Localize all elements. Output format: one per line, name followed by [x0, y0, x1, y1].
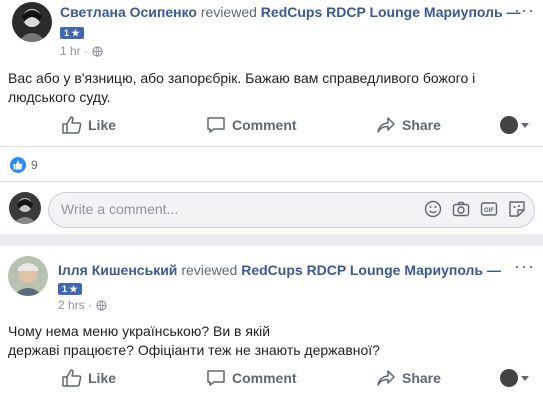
post-meta: 1 hr · [60, 44, 103, 58]
globe-icon [96, 299, 107, 311]
review-text-line: державі працюєте? Офіціанти теж не знают… [8, 342, 380, 358]
camera-icon[interactable] [452, 200, 470, 218]
chevron-down-icon [521, 122, 529, 128]
review-text-line: Вас або у в'язницю, або запорєбрік. Бажа… [8, 70, 476, 86]
emoji-icon[interactable] [424, 200, 442, 218]
gif-icon[interactable]: GIF [480, 200, 498, 218]
review-verb: reviewed [181, 262, 238, 278]
comment-label: Comment [232, 117, 297, 133]
my-avatar [9, 192, 41, 224]
post-header: Светлана Осипенко reviewed RedCups RDCP … [60, 4, 521, 20]
comment-tools: GIF [424, 200, 526, 218]
author-avatar[interactable] [12, 2, 52, 42]
post-separator [0, 234, 543, 246]
review-post-1: Светлана Осипенко reviewed RedCups RDCP … [0, 0, 543, 232]
action-bar: Like Comment Share [0, 363, 543, 395]
avatar [500, 116, 518, 134]
author-name[interactable]: Ілля Кишенський [58, 262, 177, 278]
comment-icon [207, 117, 225, 133]
likes-count: 9 [31, 158, 38, 172]
svg-text:GIF: GIF [484, 208, 494, 214]
share-button[interactable]: Share [376, 116, 441, 134]
like-label: Like [88, 117, 117, 133]
post-time[interactable]: 1 hr · [60, 44, 88, 58]
like-reaction-icon [10, 157, 26, 173]
like-icon [62, 369, 82, 387]
like-label: Like [88, 370, 117, 386]
more-options-icon[interactable]: ··· [514, 256, 535, 277]
divider [0, 146, 543, 147]
share-label: Share [402, 370, 441, 386]
post-meta: 2 hrs · [58, 298, 107, 312]
review-text: Вас або у в'язницю, або запорєбрік. Бажа… [8, 69, 475, 107]
post-time[interactable]: 2 hrs · [58, 298, 92, 312]
post-as-selector[interactable] [500, 369, 529, 387]
chevron-down-icon [521, 375, 529, 381]
rating-badge: 1 ★ [58, 283, 82, 295]
sticker-icon[interactable] [508, 200, 526, 218]
share-icon [377, 370, 395, 386]
reaction-summary[interactable]: 9 [10, 157, 38, 173]
comment-icon [207, 370, 225, 386]
review-text-line: людського суду. [8, 89, 111, 105]
comment-label: Comment [232, 370, 297, 386]
share-icon [377, 117, 395, 133]
comment-button[interactable]: Comment [206, 369, 297, 387]
rating-badge: 1 ★ [60, 27, 84, 39]
avatar [500, 369, 518, 387]
page-link[interactable]: RedCups RDCP Lounge Мариуполь — [261, 4, 521, 20]
share-button[interactable]: Share [376, 369, 441, 387]
review-post-2: Ілля Кишенський reviewed RedCups RDCP Lo… [0, 246, 543, 401]
more-options-icon[interactable]: ··· [514, 0, 535, 21]
globe-icon [92, 45, 103, 57]
author-avatar[interactable] [8, 256, 48, 296]
like-icon [62, 116, 82, 134]
comment-input[interactable]: Write a comment... GIF [48, 192, 535, 228]
page-link[interactable]: RedCups RDCP Lounge Мариуполь — [241, 262, 501, 278]
review-verb: reviewed [200, 4, 257, 20]
post-as-selector[interactable] [500, 116, 529, 134]
like-button[interactable]: Like [62, 116, 116, 134]
post-header: Ілля Кишенський reviewed RedCups RDCP Lo… [58, 262, 501, 278]
action-bar: Like Comment Share [0, 110, 543, 142]
divider [0, 181, 543, 182]
comment-button[interactable]: Comment [206, 116, 297, 134]
author-name[interactable]: Светлана Осипенко [60, 4, 197, 20]
like-button[interactable]: Like [62, 369, 116, 387]
review-text: Чому нема меню українською? Ви в якій де… [8, 322, 380, 360]
share-label: Share [402, 117, 441, 133]
review-text-line: Чому нема меню українською? Ви в якій [8, 323, 271, 339]
comment-placeholder: Write a comment... [61, 201, 179, 217]
